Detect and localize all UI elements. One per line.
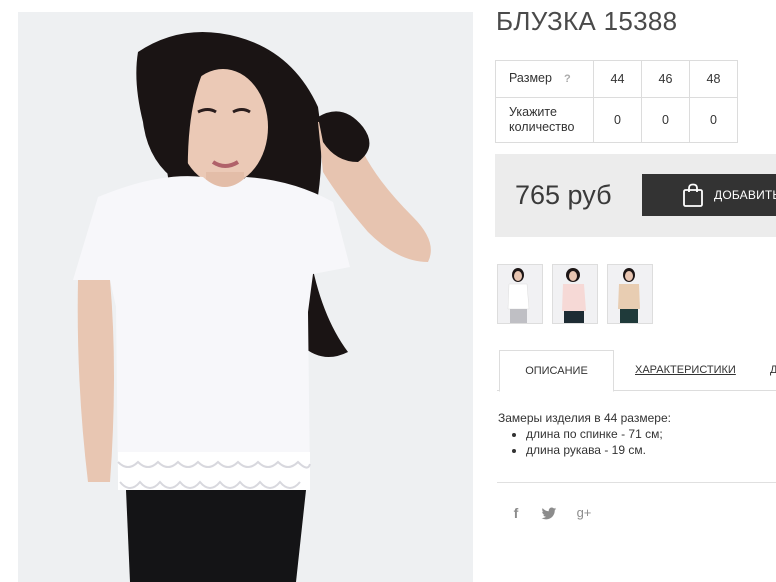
measurement-list: длина по спинке - 71 см; длина рукава - … <box>498 426 671 458</box>
size-44: 44 <box>593 60 642 98</box>
tab-description[interactable]: ОПИСАНИЕ <box>499 350 614 392</box>
quantity-input-48[interactable]: 0 <box>689 97 738 143</box>
quantity-input-46[interactable]: 0 <box>641 97 690 143</box>
tab-characteristics[interactable]: ХАРАКТЕРИСТИКИ <box>635 350 736 390</box>
size-46: 46 <box>641 60 690 98</box>
product-image <box>18 12 473 582</box>
product-photo[interactable] <box>18 12 473 582</box>
product-title: БЛУЗКА 15388 <box>496 6 678 36</box>
quantity-row: Укажите количество 0 0 0 <box>495 97 738 143</box>
measurement-item: длина рукава - 19 см. <box>526 442 671 458</box>
tab-more[interactable]: Д <box>770 350 776 390</box>
quantity-label-line1: Укажите <box>509 105 557 119</box>
add-to-cart-label: ДОБАВИТЬ <box>714 188 776 202</box>
quantity-input-44[interactable]: 0 <box>593 97 642 143</box>
size-quantity-table: Размер? 44 46 48 Укажите количество 0 0 … <box>495 60 738 143</box>
facebook-icon[interactable]: f <box>507 505 525 523</box>
product-tabs: ОПИСАНИЕ ХАРАКТЕРИСТИКИ Д <box>497 350 776 392</box>
size-row: Размер? 44 46 48 <box>495 60 738 98</box>
product-description: Замеры изделия в 44 размере: длина по сп… <box>498 410 671 458</box>
price: 765 руб <box>515 180 612 210</box>
size-48: 48 <box>689 60 738 98</box>
divider <box>497 482 776 483</box>
thumbnail-white-blouse[interactable] <box>497 264 543 324</box>
description-intro: Замеры изделия в 44 размере: <box>498 411 671 425</box>
measurement-item: длина по спинке - 71 см; <box>526 426 671 442</box>
price-box: 765 руб ДОБАВИТЬ <box>495 154 776 237</box>
add-to-cart-button[interactable]: ДОБАВИТЬ <box>642 174 776 216</box>
size-label-cell: Размер? <box>495 60 594 98</box>
size-label: Размер <box>509 71 552 85</box>
thumbnail-beige-blouse[interactable] <box>607 264 653 324</box>
quantity-label-cell: Укажите количество <box>495 97 594 143</box>
twitter-icon[interactable] <box>540 505 558 523</box>
thumbnail-pink-blouse[interactable] <box>552 264 598 324</box>
google-plus-icon[interactable]: g+ <box>573 505 595 523</box>
shopping-bag-icon <box>682 183 704 207</box>
quantity-label-line2: количество <box>509 120 575 134</box>
size-help-icon[interactable]: ? <box>564 73 571 85</box>
